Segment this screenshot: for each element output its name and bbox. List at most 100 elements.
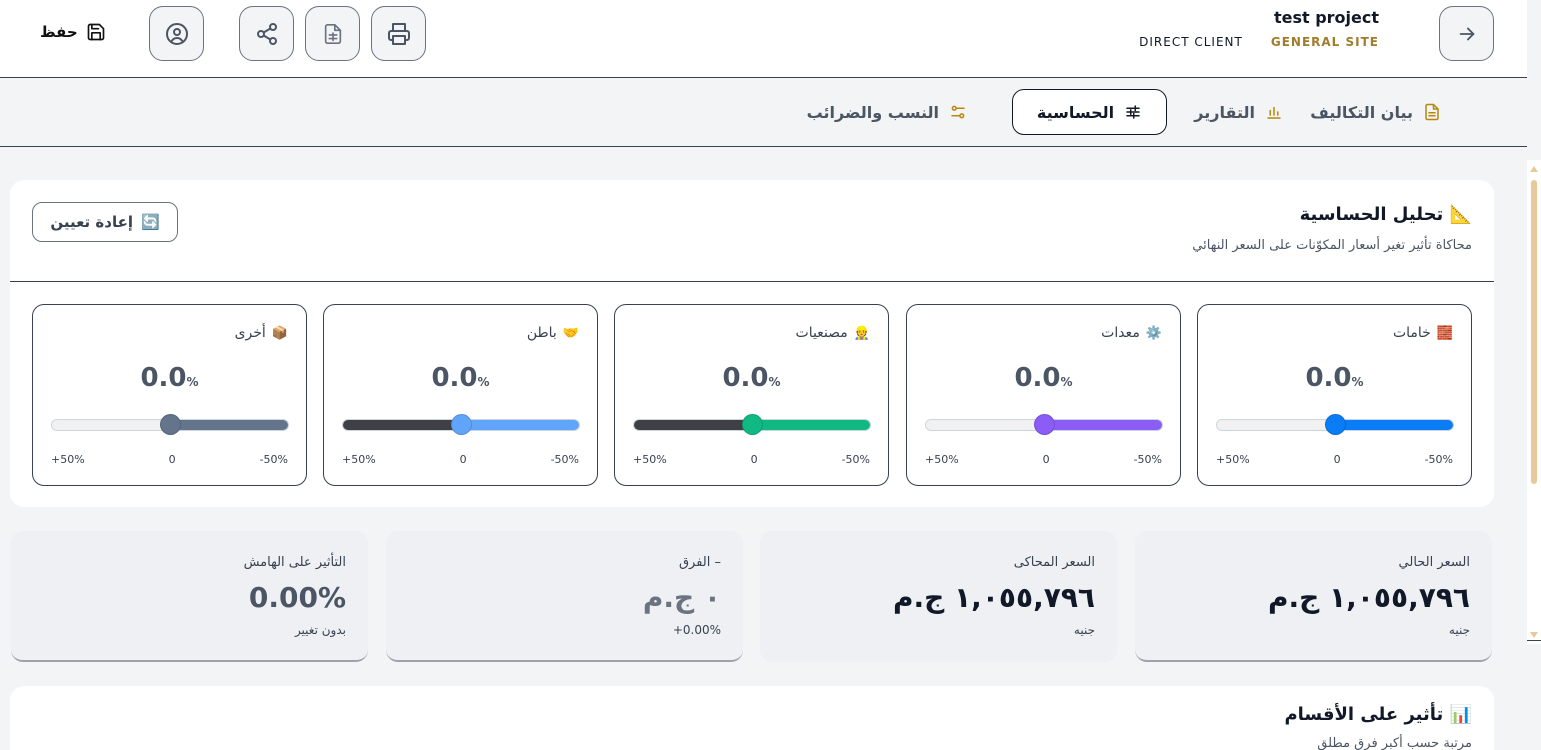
back-button[interactable] [1439,6,1494,61]
project-info: test project DIRECT CLIENT GENERAL SITE [1139,8,1379,49]
slider-ticks: +50% 0 -50% [633,453,870,466]
printer-icon [387,22,410,45]
slider-value-number: 0.0 [1305,363,1352,393]
category-icon: 🤝 [562,325,579,341]
slider-card-other: 📦 أخرى 0.0% +50% 0 -50% [32,304,307,486]
percent-sign: % [1060,375,1073,389]
slider-label: 👷 مصنعيات [796,325,870,341]
slider-ticks: +50% 0 -50% [51,453,288,466]
stat-margin-impact: التأثير على الهامش 0.00% بدون تغيير [11,531,368,662]
stat-value: ١,٠٥٥,٧٩٦ ج.م [1268,581,1470,614]
sections-title: 📊 تأثير على الأقسام [1284,704,1472,725]
print-button[interactable] [371,6,426,61]
slider-card-labor: 👷 مصنعيات 0.0% +50% 0 -50% [614,304,889,486]
tick-max: +50% [633,453,667,466]
top-header: test project DIRECT CLIENT GENERAL SITE … [0,0,1527,78]
tick-max: +50% [1216,453,1250,466]
save-button[interactable]: حفظ [40,22,106,42]
tick-max: +50% [342,453,376,466]
share-icon [256,22,277,45]
reset-button[interactable]: 🔄 إعادة تعيين [32,202,178,242]
slider-thumb[interactable] [742,414,763,435]
slider-thumb[interactable] [1034,414,1055,435]
slider-value: 0.0% [33,363,306,393]
stat-unit: بدون تغيير [294,623,346,637]
slider-ticks: +50% 0 -50% [1216,453,1453,466]
category-icon: ⚙️ [1145,325,1162,341]
sensitivity-title-text: تحليل الحساسية [1299,204,1444,225]
stat-unit: +0.00% [672,623,721,637]
tab-cost-statement[interactable]: بيان التكاليف [1290,89,1461,135]
slider-fill-left [1217,420,1335,430]
slider-value: 0.0% [324,363,597,393]
tick-min: -50% [1424,453,1453,466]
slider-value: 0.0% [1198,363,1471,393]
stat-unit: جنيه [1448,623,1470,637]
slider-value: 0.0% [615,363,888,393]
slider-card-materials: 🧱 خامات 0.0% +50% 0 -50% [1197,304,1472,486]
vertical-scrollbar[interactable] [1527,160,1541,644]
project-name: test project [1273,8,1379,27]
percent-sign: % [477,375,490,389]
share-button[interactable] [239,6,294,61]
floppy-disk-icon [87,23,105,41]
slider-fill-right [170,420,288,430]
stat-label: التأثير على الهامش [243,555,346,570]
slider-thumb[interactable] [451,414,472,435]
slider-label: 📦 أخرى [235,325,288,341]
slider-fill-right [1335,420,1453,430]
tick-max: +50% [925,453,959,466]
client-name: DIRECT CLIENT [1139,35,1243,49]
chart-icon: 📊 [1449,704,1472,725]
sensitivity-title: 📐 تحليل الحساسية [1300,204,1472,225]
slider-label: 🧱 خامات [1393,325,1453,341]
slider-card-equipment: ⚙️ معدات 0.0% +50% 0 -50% [906,304,1181,486]
sections-subtitle: مرتبة حسب أكبر فرق مطلق [1317,736,1472,750]
slider-ticks: +50% 0 -50% [342,453,579,466]
slider-thumb[interactable] [160,414,181,435]
scroll-down-arrow-icon[interactable] [1530,632,1538,638]
refresh-icon: 🔄 [140,213,160,231]
slider-value-number: 0.0 [722,363,769,393]
stat-label: – الفرق [678,555,721,570]
slider-fill-left [634,420,752,430]
document-icon [1425,103,1439,121]
slider-thumb[interactable] [1325,414,1346,435]
reset-label: إعادة تعيين [50,213,133,231]
stat-label: السعر المحاكى [1013,555,1095,570]
tick-mid: 0 [1042,453,1050,466]
tab-label: بيان التكاليف [1310,102,1413,122]
user-circle-icon [165,22,188,45]
export-excel-button[interactable] [305,6,360,61]
percent-sign: % [768,375,781,389]
sensitivity-subtitle: محاكاة تأثير تغير أسعار المكوّنات على ال… [1192,238,1472,253]
scroll-thumb[interactable] [1531,180,1537,484]
tab-bar: بيان التكاليف التقارير الحساسية النسب وا… [0,78,1527,147]
tab-ratios-taxes[interactable]: النسب والضرائب [787,89,987,135]
tab-reports[interactable]: التقارير [1174,89,1303,135]
arrow-right-icon [1459,27,1474,40]
sections-title-text: تأثير على الأقسام [1284,704,1444,725]
slider-label-text: مصنعيات [795,325,848,341]
account-button[interactable] [149,6,204,61]
stat-current-price: السعر الحالي ١,٠٥٥,٧٩٦ ج.م جنيه [1135,531,1492,662]
tick-mid: 0 [459,453,467,466]
slider-fill-right [752,420,870,430]
slider-fill-left [926,420,1044,430]
percent-sign: % [186,375,199,389]
slider-fill-right [461,420,579,430]
slider-fill-right [1044,420,1162,430]
tab-sensitivity[interactable]: الحساسية [1012,89,1167,135]
tab-label: التقارير [1194,102,1255,122]
tick-max: +50% [51,453,85,466]
slider-label-text: خامات [1392,325,1431,341]
stat-difference: – الفرق ٠ ج.م +0.00% [386,531,743,662]
slider-label-text: باطن [526,325,557,341]
sections-impact-card: 📊 تأثير على الأقسام مرتبة حسب أكبر فرق م… [10,686,1494,750]
tick-min: -50% [1133,453,1162,466]
slider-label-text: معدات [1101,325,1140,341]
category-icon: 📦 [271,325,288,341]
slider-card-subcontract: 🤝 باطن 0.0% +50% 0 -50% [323,304,598,486]
slider-value-number: 0.0 [1014,363,1061,393]
scroll-up-arrow-icon[interactable] [1530,166,1538,172]
